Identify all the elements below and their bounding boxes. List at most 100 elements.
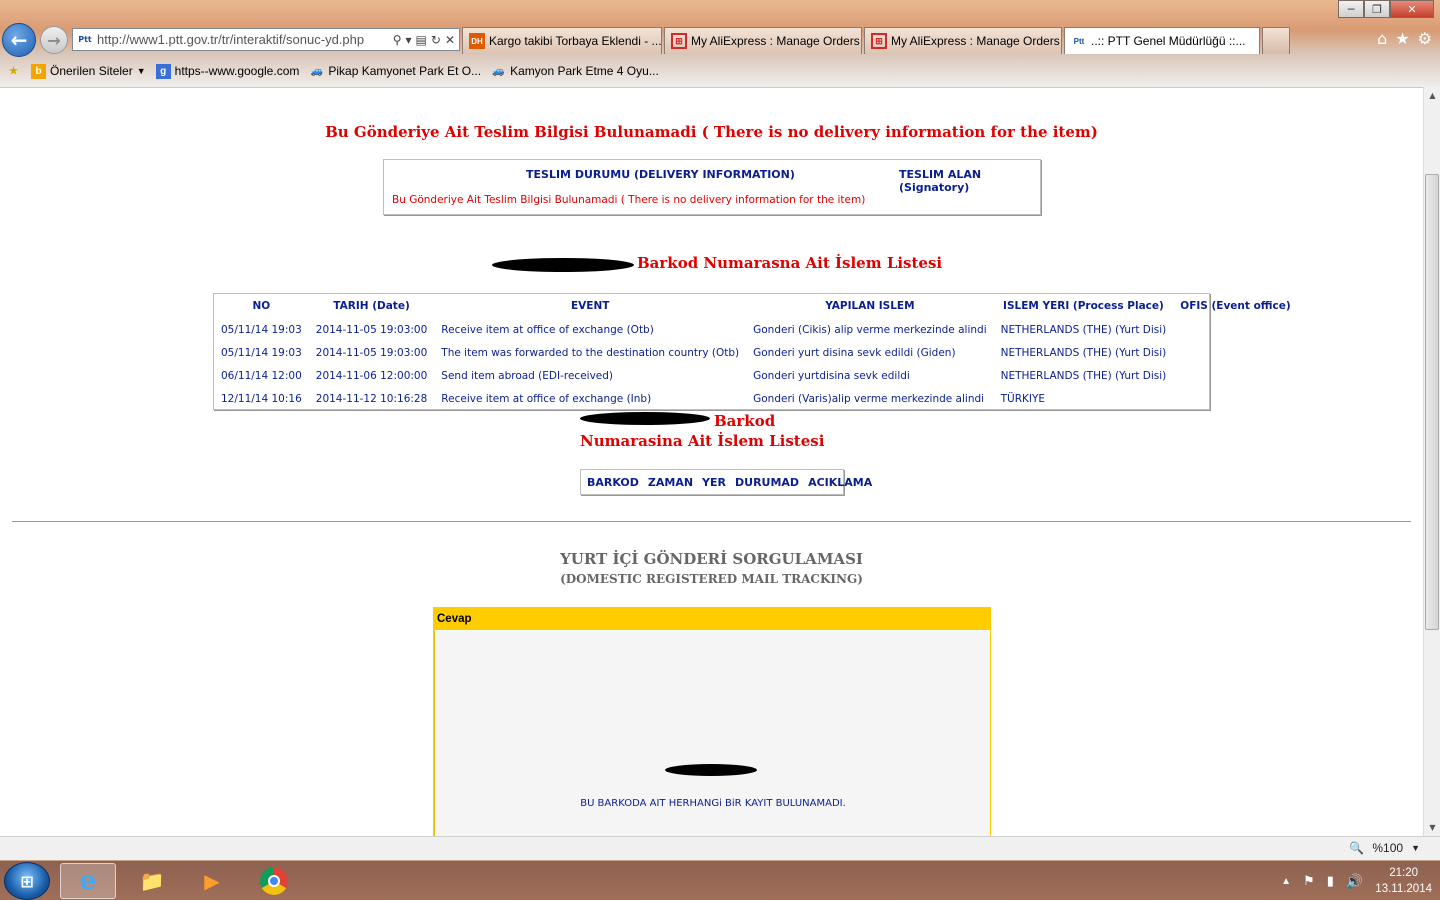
minimize-button[interactable]: ─: [1338, 0, 1364, 18]
search-icon[interactable]: ⚲: [393, 33, 402, 47]
col-zaman: ZAMAN: [647, 475, 694, 489]
taskbar-chrome[interactable]: [246, 863, 302, 899]
col-event: EVENT: [571, 300, 610, 312]
tab-label: Kargo takibi Torbaya Eklendi - ...: [489, 34, 662, 48]
tab-aliexpress-2[interactable]: ⊞ My AliExpress : Manage Orders: [864, 27, 1062, 54]
tab-aliexpress-1[interactable]: ⊞ My AliExpress : Manage Orders: [664, 27, 862, 54]
status-bar: 🔍 %100 ▼: [0, 836, 1440, 860]
refresh-icon[interactable]: ↻: [431, 33, 441, 47]
browser-chrome: ─ ❐ ✕ ← → Ptt ⚲ ▾ ▤ ↻ ✕ DH Kargo takibi …: [0, 0, 1440, 87]
events-table: NO TARIH (Date) EVENT YAPILAN ISLEM ISLE…: [214, 294, 1298, 410]
window-controls: ─ ❐ ✕: [1338, 0, 1434, 18]
table-cell: 2014-11-12 10:16:28: [315, 392, 428, 405]
favorites-star[interactable]: ★: [6, 64, 21, 79]
address-actions: ⚲ ▾ ▤ ↻ ✕: [393, 33, 459, 47]
favorite-pikap[interactable]: 🚙 Pikap Kamyonet Park Et O...: [309, 64, 481, 79]
col-durumad: DURUMAD: [735, 475, 800, 489]
tab-ptt[interactable]: Ptt ..:: PTT Genel Müdürlüğü ::...: [1064, 27, 1260, 54]
restore-button[interactable]: ❐: [1364, 0, 1390, 18]
compatibility-icon[interactable]: ▤: [416, 33, 427, 47]
forward-button[interactable]: →: [40, 26, 68, 54]
star-icon[interactable]: ★: [1395, 29, 1409, 48]
network-error-icon[interactable]: ⚑: [1303, 873, 1315, 889]
media-player-icon: ▶: [204, 869, 220, 893]
table-cell: [1173, 318, 1297, 341]
signal-icon[interactable]: ▮: [1327, 873, 1334, 889]
new-tab-button[interactable]: [1262, 27, 1290, 54]
table-cell: [1173, 387, 1297, 410]
col-yer: YER: [702, 475, 726, 489]
delivery-message: Bu Gönderiye Ait Teslim Bilgisi Bulunama…: [392, 194, 866, 206]
table-cell: NETHERLANDS (THE) (Yurt Disi): [1000, 346, 1167, 359]
divider: [12, 521, 1411, 522]
delivery-status-header: TESLIM DURUMU (DELIVERY INFORMATION): [526, 168, 795, 181]
top-notice: Bu Gönderiye Ait Teslim Bilgisi Bulunama…: [325, 123, 1098, 141]
table-cell: NETHERLANDS (THE) (Yurt Disi): [1000, 323, 1167, 336]
volume-icon[interactable]: 🔊: [1346, 873, 1363, 890]
taskbar-internet-explorer[interactable]: e: [60, 863, 116, 899]
scrollbar-thumb[interactable]: [1425, 174, 1439, 630]
table-cell: 06/11/14 12:00: [221, 369, 302, 382]
browser-tools: ⌂ ★ ⚙: [1377, 29, 1432, 48]
clock[interactable]: 21:20 13.11.2014: [1375, 865, 1432, 897]
table-cell: 2014-11-05 19:03:00: [315, 346, 428, 359]
favorite-google[interactable]: g https--www.google.com: [155, 63, 299, 79]
ptt-favicon: Ptt: [1073, 36, 1085, 46]
signatory-header: TESLIM ALAN (Signatory): [899, 168, 982, 194]
favorite-suggested-sites[interactable]: b Önerilen Siteler ▼: [31, 63, 146, 79]
taskbar-explorer[interactable]: 📁: [124, 863, 180, 899]
zoom-icon: 🔍: [1349, 841, 1365, 855]
table-cell: [1173, 364, 1297, 387]
events-table-box: NO TARIH (Date) EVENT YAPILAN ISLEM ISLE…: [213, 293, 1291, 410]
table-cell: Send item abroad (EDI-received): [441, 369, 614, 382]
chevron-down-icon: ▼: [136, 66, 146, 76]
windows-logo-icon: ⊞: [20, 871, 34, 891]
taskbar-media-player[interactable]: ▶: [184, 863, 240, 899]
clock-time: 21:20: [1389, 867, 1419, 879]
table-cell: 2014-11-05 19:03:00: [315, 323, 428, 336]
arrow-left-icon: ←: [10, 28, 28, 52]
tab-kargo[interactable]: DH Kargo takibi Torbaya Eklendi - ...: [462, 27, 662, 54]
tab-label: ..:: PTT Genel Müdürlüğü ::...: [1091, 34, 1246, 48]
table-row: 05/11/14 19:03 2014-11-05 19:03:00 Receive…: [214, 318, 1298, 341]
start-button[interactable]: ⊞: [4, 862, 50, 900]
address-input[interactable]: [97, 32, 377, 47]
second-list-title-line2: Numarasina Ait İslem Listesi: [580, 432, 825, 450]
table-cell: The item was forwarded to the destinatio…: [441, 346, 740, 359]
zoom-level: %100: [1372, 841, 1404, 855]
answer-panel: Cevap BU BARKODA AIT HERHANGi BiR KAYIT …: [433, 607, 991, 836]
answer-body: BU BARKODA AIT HERHANGi BiR KAYIT BULUNA…: [434, 630, 990, 836]
table-cell: Gonderi (Varis)alip verme merkezinde ali…: [753, 392, 985, 405]
back-button[interactable]: ←: [2, 23, 36, 57]
arrow-right-icon: →: [47, 30, 61, 50]
list-title: Barkod Numarasna Ait İslem Listesi: [637, 254, 943, 272]
stop-icon[interactable]: ✕: [445, 33, 455, 47]
small-table-header: BARKOD ZAMAN YER DURUMAD ACIKLAMA: [580, 469, 872, 495]
scroll-down-arrow[interactable]: ▼: [1424, 819, 1440, 836]
home-icon[interactable]: ⌂: [1377, 29, 1387, 48]
page-viewport: Bu Gönderiye Ait Teslim Bilgisi Bulunama…: [0, 87, 1423, 836]
aliexpress-favicon: ⊞: [671, 33, 687, 49]
col-action: YAPILAN ISLEM: [825, 300, 915, 312]
col-date: TARIH (Date): [333, 300, 410, 312]
zoom-control[interactable]: 🔍 %100 ▼: [1349, 841, 1420, 855]
table-cell: NETHERLANDS (THE) (Yurt Disi): [1000, 369, 1167, 382]
table-cell: Gonderi yurt disina sevk edildi (Giden): [753, 346, 956, 359]
gear-icon[interactable]: ⚙: [1418, 29, 1432, 48]
vertical-scrollbar[interactable]: ▲ ▼: [1423, 87, 1440, 836]
col-no: NO: [252, 300, 271, 312]
address-bar[interactable]: Ptt ⚲ ▾ ▤ ↻ ✕: [72, 28, 460, 51]
domestic-title: YURT İÇİ GÖNDERİ SORGULAMASI: [560, 550, 863, 568]
table-cell: 2014-11-06 12:00:00: [315, 369, 428, 382]
favorite-kamyon[interactable]: 🚙 Kamyon Park Etme 4 Oyu...: [491, 64, 658, 79]
favorites-bar: ★ b Önerilen Siteler ▼ g https--www.goog…: [0, 57, 1440, 85]
table-row: 05/11/14 19:03 2014-11-05 19:03:00 The ite…: [214, 341, 1298, 364]
dh-favicon: DH: [469, 33, 485, 49]
show-hidden-icons[interactable]: ▲: [1281, 876, 1291, 887]
scroll-up-arrow[interactable]: ▲: [1424, 87, 1440, 104]
close-window-button[interactable]: ✕: [1390, 0, 1434, 18]
car-icon: 🚙: [310, 65, 324, 77]
dropdown-icon[interactable]: ▾: [406, 33, 412, 47]
table-cell: [1173, 341, 1297, 364]
tab-strip: DH Kargo takibi Torbaya Eklendi - ... ⊞ …: [462, 27, 1290, 54]
